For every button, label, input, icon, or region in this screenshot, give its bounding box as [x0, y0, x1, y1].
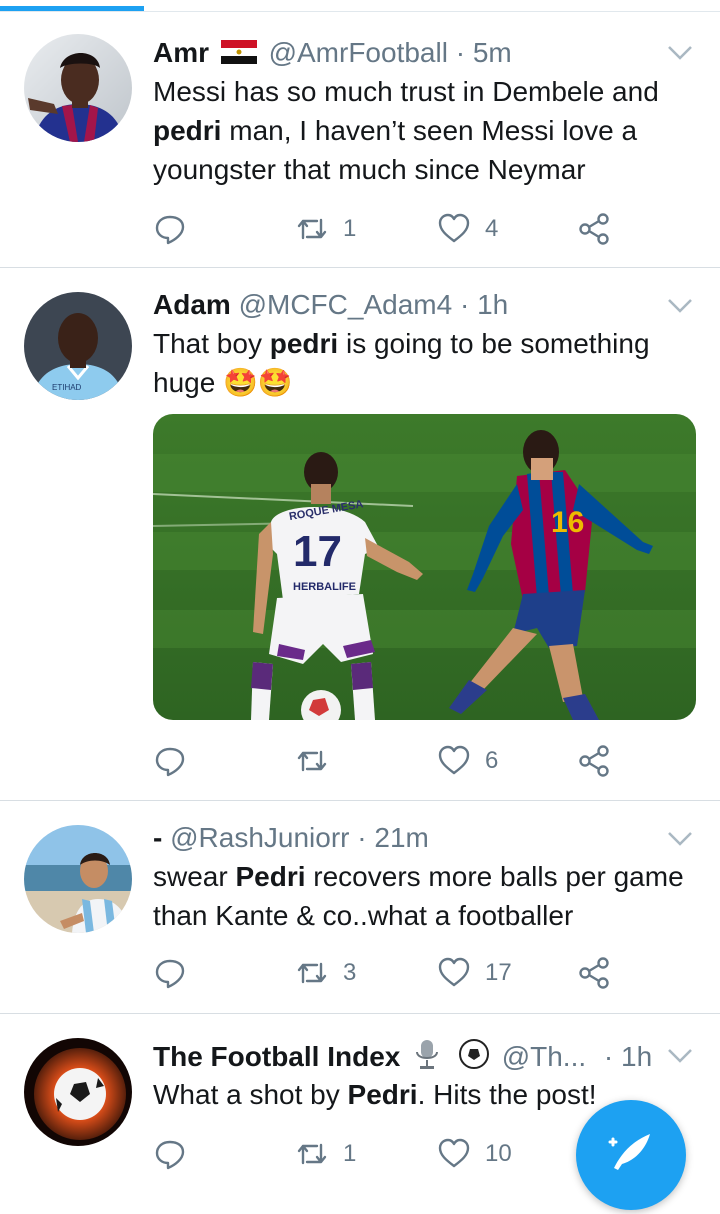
- separator-dot: ·: [357, 822, 367, 853]
- author-name[interactable]: -: [153, 822, 162, 853]
- author-handle[interactable]: @MCFC_Adam4: [239, 289, 453, 320]
- share-button[interactable]: [577, 209, 611, 249]
- retweet-icon: [297, 962, 327, 984]
- tweet-actions: 6: [153, 741, 673, 781]
- reply-button[interactable]: [153, 209, 201, 249]
- tweet-header: Adam @MCFC_Adam4 · 1h: [153, 287, 660, 323]
- tweet[interactable]: Amr @AmrFootball · 5m Messi has so much …: [0, 13, 720, 268]
- heart-icon: [438, 957, 470, 987]
- separator-dot: ·: [603, 1041, 614, 1072]
- heart-icon: [438, 213, 470, 243]
- tweet-actions: 1 4: [153, 209, 673, 249]
- tweet[interactable]: ETIHAD Adam @MCFC_Adam4 · 1h That boy pe…: [0, 268, 720, 801]
- reply-icon: [155, 1140, 185, 1170]
- author-name[interactable]: Adam: [153, 289, 231, 320]
- compose-feather-icon: [608, 1134, 650, 1170]
- like-button[interactable]: 10: [437, 1134, 512, 1174]
- reply-button[interactable]: [153, 953, 201, 993]
- retweet-count: 1: [343, 215, 357, 242]
- retweet-button[interactable]: 1: [295, 1134, 356, 1174]
- separator-dot: ·: [459, 289, 470, 320]
- reply-icon: [155, 747, 185, 777]
- tweet-header: Amr @AmrFootball · 5m: [153, 35, 660, 73]
- like-count: 10: [485, 1140, 512, 1167]
- avatar-badge-text: ETIHAD: [52, 383, 82, 392]
- avatar[interactable]: ETIHAD: [24, 292, 132, 400]
- jersey-number-text: 17: [293, 527, 342, 576]
- retweet-button[interactable]: [295, 741, 343, 781]
- retweet-button[interactable]: 3: [295, 953, 356, 993]
- tweet-timestamp: 21m: [374, 822, 429, 853]
- retweet-icon: [297, 750, 327, 772]
- like-count: 4: [485, 215, 499, 242]
- heart-icon: [438, 1138, 470, 1168]
- tab-bar-divider: [0, 11, 720, 12]
- egypt-flag-icon: [220, 37, 257, 73]
- soccer-ball-icon: [458, 1038, 490, 1079]
- author-handle[interactable]: @RashJuniorr: [170, 822, 349, 853]
- retweet-icon: [297, 1143, 327, 1165]
- tweet-timestamp: 1h: [621, 1041, 653, 1072]
- share-icon: [579, 213, 609, 245]
- reply-icon: [155, 959, 185, 989]
- tweet-photo[interactable]: ROQUE MESA 17 HERBALIFE 16: [153, 414, 696, 720]
- tweet-actions: 3 17: [153, 953, 673, 993]
- chevron-down-icon[interactable]: [666, 43, 694, 63]
- share-icon: [579, 957, 609, 989]
- tweet-timestamp: 5m: [472, 37, 512, 68]
- author-handle[interactable]: @Th...: [502, 1041, 586, 1072]
- tweet-timestamp: 1h: [477, 289, 509, 320]
- retweet-count: 3: [343, 959, 357, 986]
- separator-dot: ·: [455, 37, 466, 68]
- share-button[interactable]: [577, 953, 611, 993]
- reply-button[interactable]: [153, 741, 201, 781]
- chevron-down-icon[interactable]: [666, 829, 694, 849]
- author-name[interactable]: The Football Index: [153, 1041, 400, 1072]
- like-button[interactable]: 6: [437, 741, 498, 781]
- top-tab-bar: [0, 0, 720, 12]
- reply-icon: [155, 215, 185, 245]
- tweet-header: The Football Index @Th... · 1h: [153, 1038, 660, 1079]
- microphone-icon: [412, 1038, 442, 1079]
- avatar[interactable]: [24, 825, 132, 933]
- tweet-header: - @RashJuniorr · 21m: [153, 820, 660, 856]
- share-button[interactable]: [577, 741, 611, 781]
- tweet-text: swear Pedri recovers more balls per game…: [153, 861, 684, 931]
- author-name[interactable]: Amr: [153, 37, 209, 68]
- reply-button[interactable]: [153, 1134, 201, 1174]
- avatar[interactable]: [24, 34, 132, 142]
- chevron-down-icon[interactable]: [666, 296, 694, 316]
- chevron-down-icon[interactable]: [666, 1046, 694, 1066]
- tweet-text: That boy pedri is going to be something …: [153, 328, 650, 398]
- share-icon: [579, 745, 609, 777]
- author-handle[interactable]: @AmrFootball: [269, 37, 448, 68]
- jersey-sponsor-text: HERBALIFE: [293, 581, 356, 593]
- avatar[interactable]: [24, 1038, 132, 1146]
- like-button[interactable]: 17: [437, 953, 512, 993]
- tweet-text: Messi has so much trust in Dembele and p…: [153, 76, 659, 185]
- retweet-icon: [297, 218, 327, 240]
- retweet-button[interactable]: 1: [295, 209, 356, 249]
- like-button[interactable]: 4: [437, 209, 498, 249]
- tweet[interactable]: - @RashJuniorr · 21m swear Pedri recover…: [0, 801, 720, 1014]
- like-count: 17: [485, 959, 512, 986]
- heart-icon: [438, 745, 470, 775]
- retweet-count: 1: [343, 1140, 357, 1167]
- compose-tweet-button[interactable]: [576, 1100, 686, 1210]
- like-count: 6: [485, 747, 499, 774]
- svg-text:16: 16: [551, 506, 584, 539]
